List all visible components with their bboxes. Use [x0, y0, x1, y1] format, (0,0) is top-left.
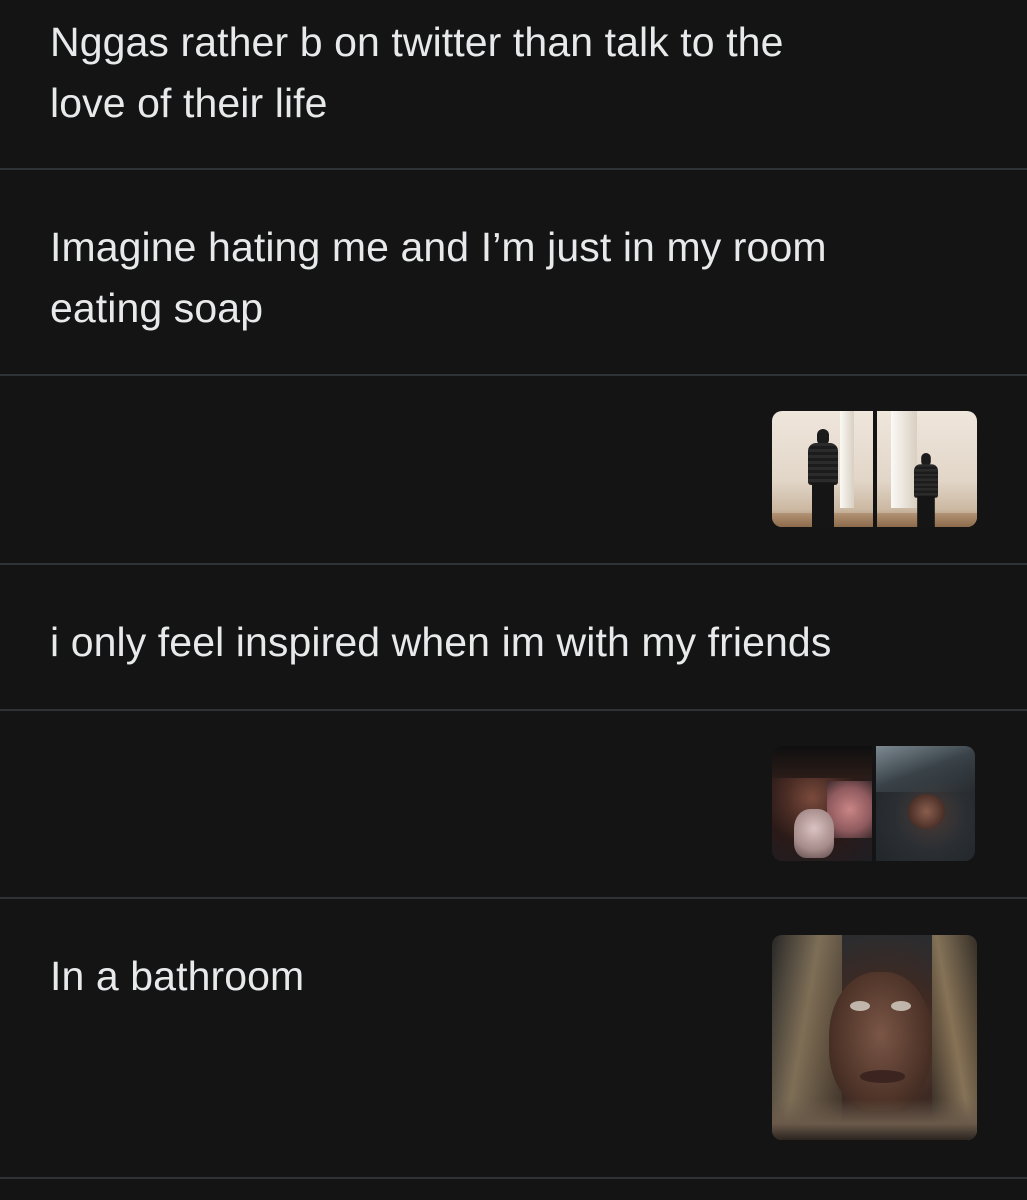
photo-thumbnail[interactable]: [772, 746, 872, 861]
photo-thumbnail[interactable]: [877, 411, 977, 527]
window-shape: [840, 411, 854, 509]
list-item[interactable]: Nggas rather b on twitter than talk to t…: [0, 0, 1027, 170]
list-item[interactable]: In a bathroom: [0, 899, 1027, 1179]
list-item[interactable]: [0, 711, 1027, 899]
standing-figure-icon: [914, 453, 938, 527]
media-thumbnail-grid[interactable]: [772, 746, 975, 861]
list-item[interactable]: [0, 376, 1027, 565]
list-item[interactable]: Imagine hating me and I’m just in my roo…: [0, 170, 1027, 376]
list-item[interactable]: i only feel inspired when im with my fri…: [0, 565, 1027, 711]
post-text: i only feel inspired when im with my fri…: [50, 619, 832, 665]
photo-thumbnail[interactable]: [772, 935, 977, 1140]
photo-thumbnail[interactable]: [876, 746, 975, 861]
post-text: Imagine hating me and I’m just in my roo…: [50, 224, 827, 331]
media-thumbnail[interactable]: [772, 935, 977, 1140]
post-text: Nggas rather b on twitter than talk to t…: [50, 19, 784, 126]
photo-thumbnail[interactable]: [772, 411, 873, 527]
media-thumbnail-grid[interactable]: [772, 411, 977, 527]
post-text: In a bathroom: [50, 953, 305, 999]
standing-figure-icon: [808, 429, 838, 527]
reply-feed: Nggas rather b on twitter than talk to t…: [0, 0, 1027, 1200]
